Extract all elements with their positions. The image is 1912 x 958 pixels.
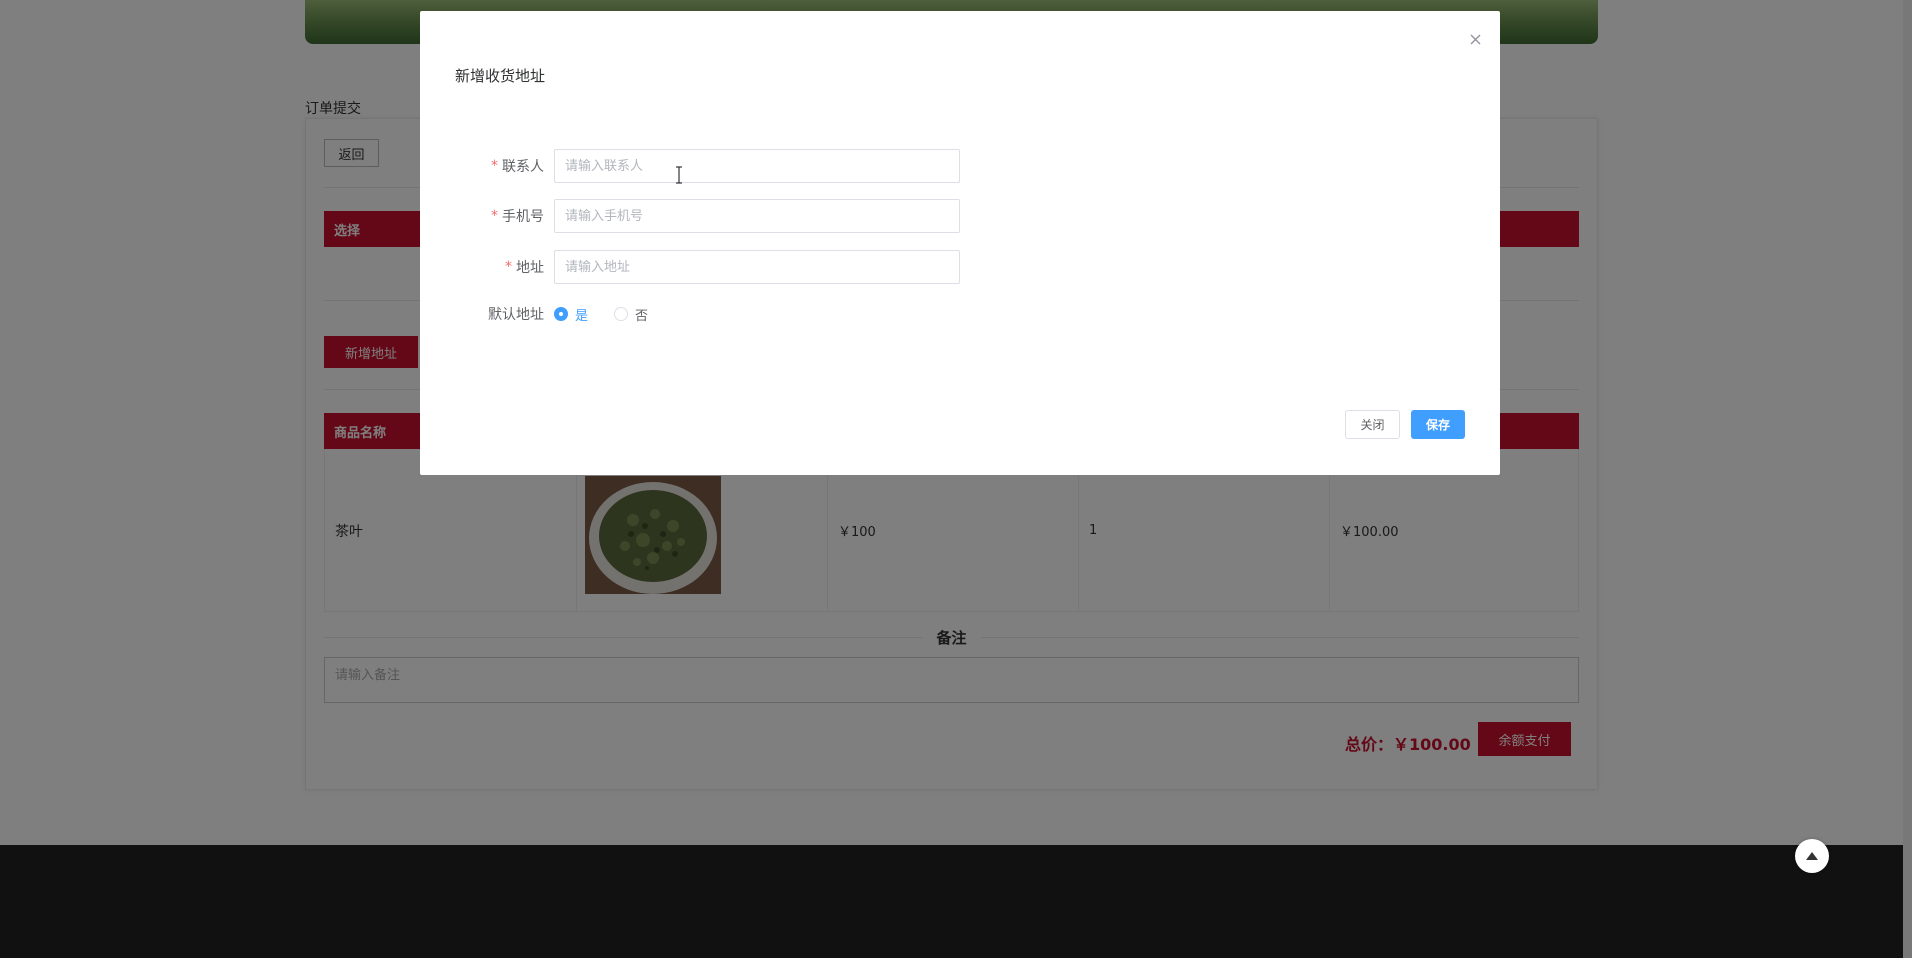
radio-checked-icon (554, 307, 568, 321)
default-address-radio-group: 是 否 (554, 297, 674, 331)
contact-label: * 联系人 (491, 158, 544, 175)
save-button[interactable]: 保存 (1411, 410, 1465, 439)
default-address-label: 默认地址 (488, 307, 544, 323)
address-label: * 地址 (505, 259, 544, 276)
address-row: * 地址 (420, 250, 1020, 284)
radio-yes[interactable]: 是 (554, 305, 588, 324)
close-icon[interactable] (1465, 29, 1485, 49)
back-to-top-button[interactable] (1795, 839, 1829, 873)
phone-row: * 手机号 (420, 199, 1020, 233)
contact-row: * 联系人 (420, 149, 1020, 183)
radio-no[interactable]: 否 (614, 305, 648, 324)
contact-input[interactable] (554, 149, 960, 183)
dialog-title: 新增收货地址 (455, 67, 546, 85)
caret-up-icon (1806, 852, 1818, 860)
phone-label: * 手机号 (491, 208, 544, 225)
radio-unchecked-icon (614, 307, 629, 321)
close-button[interactable]: 关闭 (1345, 410, 1400, 439)
add-address-dialog: 新增收货地址 *联系人 *手机号 *地址 默认地址 是 否 (420, 11, 1500, 475)
phone-input[interactable] (554, 199, 960, 233)
text-cursor-icon (676, 166, 682, 184)
default-address-row: 默认地址 是 否 (420, 297, 1020, 331)
address-input[interactable] (554, 250, 960, 284)
